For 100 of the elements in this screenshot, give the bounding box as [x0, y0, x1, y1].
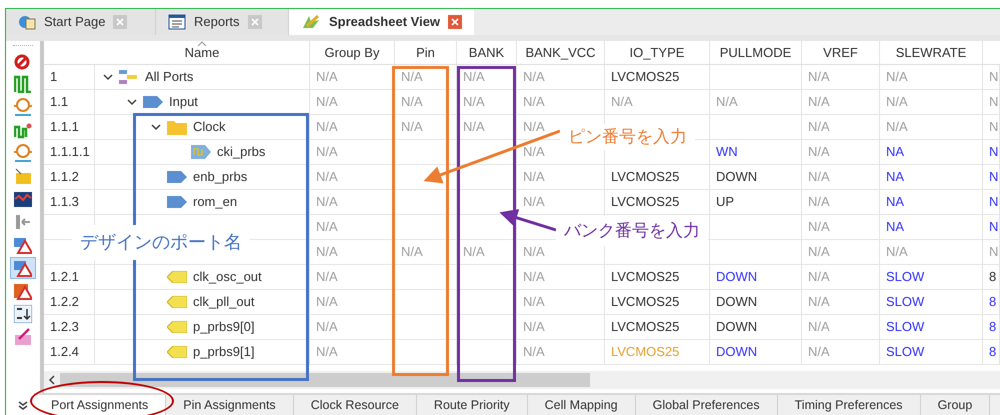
- row-number: 1.1.3: [50, 193, 79, 212]
- row-number: 1: [50, 68, 58, 86]
- table-cell-text: N/A: [808, 343, 830, 362]
- table-cell-text: LVCMOS25: [611, 293, 680, 312]
- tab-label: Reports: [194, 13, 240, 32]
- row-number: 1.1.1.1: [50, 143, 90, 162]
- row-number: 1.2.1: [50, 268, 79, 286]
- table-cell-text: N/A: [611, 93, 633, 112]
- table-cell-text: N: [989, 243, 998, 262]
- table-cell-text: SLOW: [886, 318, 924, 336]
- editor-tab[interactable]: Spreadsheet View: [289, 9, 474, 35]
- bottom-tab[interactable]: Cell Mapping: [528, 395, 636, 415]
- row-number: 1.2.4: [50, 343, 79, 362]
- table-cell-text: N/A: [808, 218, 830, 236]
- port-name: p_prbs9[0]: [193, 318, 254, 336]
- table-cell-text: N/A: [463, 243, 485, 262]
- row-number: 1.1.1: [50, 118, 79, 136]
- callout-text: ピン番号を入力: [560, 124, 695, 150]
- table-cell-text: LVCMOS25: [611, 318, 680, 336]
- row-number: 1.2.2: [50, 293, 79, 312]
- table-cell-text: N/A: [886, 68, 908, 86]
- table-cell-text: N/A: [316, 193, 338, 212]
- table-cell-text: N/A: [401, 93, 423, 112]
- port-name: clk_pll_out: [193, 293, 254, 312]
- table-cell-text: N/A: [886, 93, 908, 112]
- table-cell-text: N/A: [808, 293, 830, 312]
- table-cell-text: 8: [989, 268, 996, 286]
- port-name: enb_prbs: [193, 168, 248, 186]
- column-header[interactable]: BANK: [457, 41, 517, 64]
- callout-text: デザインのポート名: [72, 225, 250, 260]
- table-cell-text: N/A: [808, 318, 830, 336]
- table-cell-text: N/A: [316, 293, 338, 312]
- column-header[interactable]: Pin: [395, 41, 457, 64]
- column-header[interactable]: VREF: [802, 41, 880, 64]
- table-cell-text: N/A: [316, 168, 338, 186]
- table-cell-text: LVCMOS25: [611, 168, 680, 186]
- bottom-tab[interactable]: Port Assignments: [34, 395, 166, 415]
- table-cell-text: N: [989, 143, 998, 162]
- table-cell-text: N/A: [523, 318, 545, 336]
- table-cell-text: DOWN: [716, 268, 758, 286]
- table-cell-text: N: [989, 68, 998, 86]
- table-row[interactable]: 1.1.3 rom_en N/A N/A LVCMOS25 UP N/A NA N: [44, 190, 1000, 215]
- editor-tab[interactable]: Start Page: [6, 9, 156, 35]
- bottom-tab[interactable]: Group: [920, 395, 990, 415]
- table-cell-text: DOWN: [716, 343, 758, 362]
- table-cell-text: N/A: [316, 318, 338, 336]
- table-cell-text: N/A: [886, 243, 908, 262]
- table-cell-text: N/A: [523, 343, 545, 362]
- row-number: 1.2.3: [50, 318, 79, 336]
- tab-label: Start Page: [44, 13, 106, 32]
- table-row[interactable]: 1.2.4 p_prbs9[1] N/A N/A LVCMOS25 DOWN N/A SLOW 8: [44, 340, 1000, 365]
- table-cell-text: N: [989, 218, 998, 236]
- bottom-tab[interactable]: Timing Preferences: [778, 395, 921, 415]
- table-cell-text: N/A: [808, 143, 830, 162]
- table-cell-text: N/A: [316, 218, 338, 236]
- bottom-tab[interactable]: Global Preferences: [636, 395, 778, 415]
- table-cell-text: UP: [716, 193, 734, 212]
- tab-label: Spreadsheet View: [329, 13, 440, 32]
- table-cell-text: LVCMOS25: [611, 68, 680, 86]
- row-number: 1.1: [50, 93, 68, 112]
- table-cell-text: N/A: [401, 68, 423, 86]
- table-row[interactable]: 1.2.3 p_prbs9[0] N/A N/A LVCMOS25 DOWN N/A SLOW 8: [44, 315, 1000, 340]
- table-cell-text: DOWN: [716, 318, 758, 336]
- table-cell-text: N/A: [316, 143, 338, 162]
- table-row[interactable]: 1.2.2 clk_pll_out N/A N/A LVCMOS25 DOWN N/A SLOW 8: [44, 290, 1000, 315]
- table-row[interactable]: 1.1 Input N/A N/A N/A N/A N/A N/A N/A N/A N: [44, 90, 1000, 115]
- table-cell-text: N/A: [523, 243, 545, 262]
- port-name: rom_en: [193, 193, 238, 212]
- table-cell-text: LVCMOS25: [611, 343, 680, 362]
- table-cell-text: N: [989, 168, 998, 186]
- column-header[interactable]: IO_TYPE: [605, 41, 710, 64]
- table-cell-text: N/A: [523, 118, 545, 136]
- callout-text: バンク番号を入力: [556, 216, 708, 246]
- table-cell-text: N: [989, 193, 998, 212]
- column-header[interactable]: Name: [95, 41, 310, 64]
- table-cell-text: N/A: [523, 68, 545, 86]
- table-row[interactable]: 1.1.2 enb_prbs N/A N/A LVCMOS25 DOWN N/A NA N: [44, 165, 1000, 190]
- table-cell-text: N/A: [401, 243, 423, 262]
- column-header[interactable]: BANK_VCC: [517, 41, 605, 64]
- table-cell-text: N/A: [316, 68, 338, 86]
- table-row[interactable]: 1.2.1 clk_osc_out N/A N/A LVCMOS25 DOWN N/A SLOW 8: [44, 265, 1000, 290]
- column-header[interactable]: SLEWRATE: [880, 41, 983, 64]
- bottom-tab[interactable]: Clock Resource: [294, 395, 417, 415]
- table-cell-text: N/A: [316, 243, 338, 262]
- column-header[interactable]: Group By: [310, 41, 395, 64]
- table-cell-text: N/A: [463, 118, 485, 136]
- table-cell-text: 8: [989, 343, 996, 362]
- table-cell-text: N/A: [523, 143, 545, 162]
- port-name: Input: [169, 93, 198, 112]
- table-cell-text: N/A: [523, 268, 545, 286]
- table-cell-text: N/A: [316, 93, 338, 112]
- table-cell-text: N/A: [808, 243, 830, 262]
- table-cell-text: N/A: [808, 268, 830, 286]
- table-row[interactable]: 1 All Ports N/A N/A N/A N/A LVCMOS25 N/A N/A N: [44, 65, 1000, 90]
- editor-tab[interactable]: Reports: [156, 9, 289, 35]
- table-cell-text: NA: [886, 218, 904, 236]
- table-cell-text: N/A: [316, 118, 338, 136]
- row-number: 1.1.2: [50, 168, 79, 186]
- table-cell-text: N: [989, 93, 998, 112]
- column-header[interactable]: PULLMODE: [710, 41, 802, 64]
